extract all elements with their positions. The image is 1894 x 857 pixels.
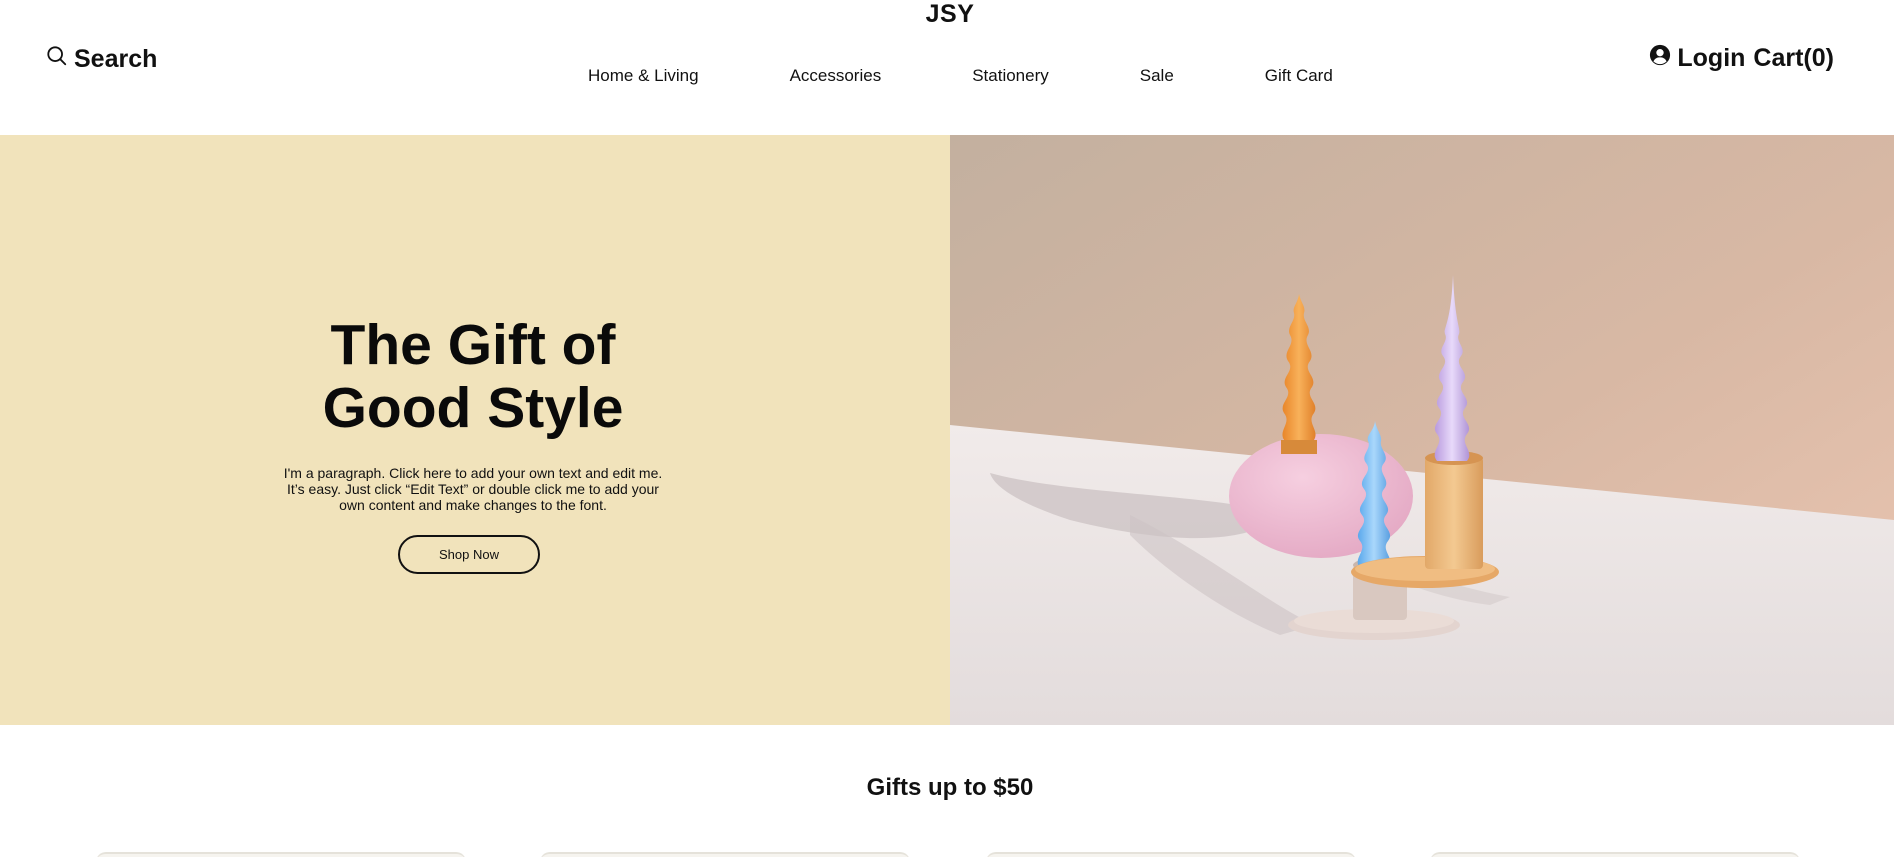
hero-paragraph: I'm a paragraph. Click here to add your …: [283, 465, 663, 513]
user-circle-icon: [1649, 44, 1671, 73]
search-icon: [46, 45, 68, 74]
cart-link[interactable]: Cart(0): [1753, 44, 1834, 73]
hero-title-line1: The Gift of: [330, 313, 616, 377]
product-card[interactable]: [986, 852, 1356, 857]
login-link[interactable]: Login: [1677, 44, 1745, 73]
nav-gift-card[interactable]: Gift Card: [1265, 66, 1333, 86]
search-label: Search: [74, 45, 158, 73]
product-cards-row: [0, 850, 1894, 857]
product-card[interactable]: [1430, 852, 1800, 857]
candles-illustration: [950, 135, 1894, 725]
main-nav: Home & Living Accessories Stationery Sal…: [588, 66, 1333, 86]
hero-text-panel: The Gift of Good Style I'm a paragraph. …: [0, 135, 950, 725]
hero-banner: The Gift of Good Style I'm a paragraph. …: [0, 135, 1894, 725]
nav-stationery[interactable]: Stationery: [972, 66, 1049, 86]
shop-now-button[interactable]: Shop Now: [398, 535, 540, 574]
account-area: Login Cart(0): [1649, 44, 1834, 73]
search-button[interactable]: Search: [46, 45, 157, 74]
hero-title: The Gift of Good Style: [0, 314, 946, 440]
nav-home-living[interactable]: Home & Living: [588, 66, 699, 86]
nav-accessories[interactable]: Accessories: [790, 66, 882, 86]
brand-logo[interactable]: JSY: [0, 0, 1894, 29]
product-card[interactable]: [540, 852, 910, 857]
hero-title-line2: Good Style: [322, 376, 624, 440]
product-card[interactable]: [96, 852, 466, 857]
nav-sale[interactable]: Sale: [1140, 66, 1174, 86]
site-header: JSY Search Home & Living Accessories Sta…: [0, 0, 1894, 135]
section-title: Gifts up to $50: [866, 774, 1034, 801]
hero-image: [950, 135, 1894, 725]
